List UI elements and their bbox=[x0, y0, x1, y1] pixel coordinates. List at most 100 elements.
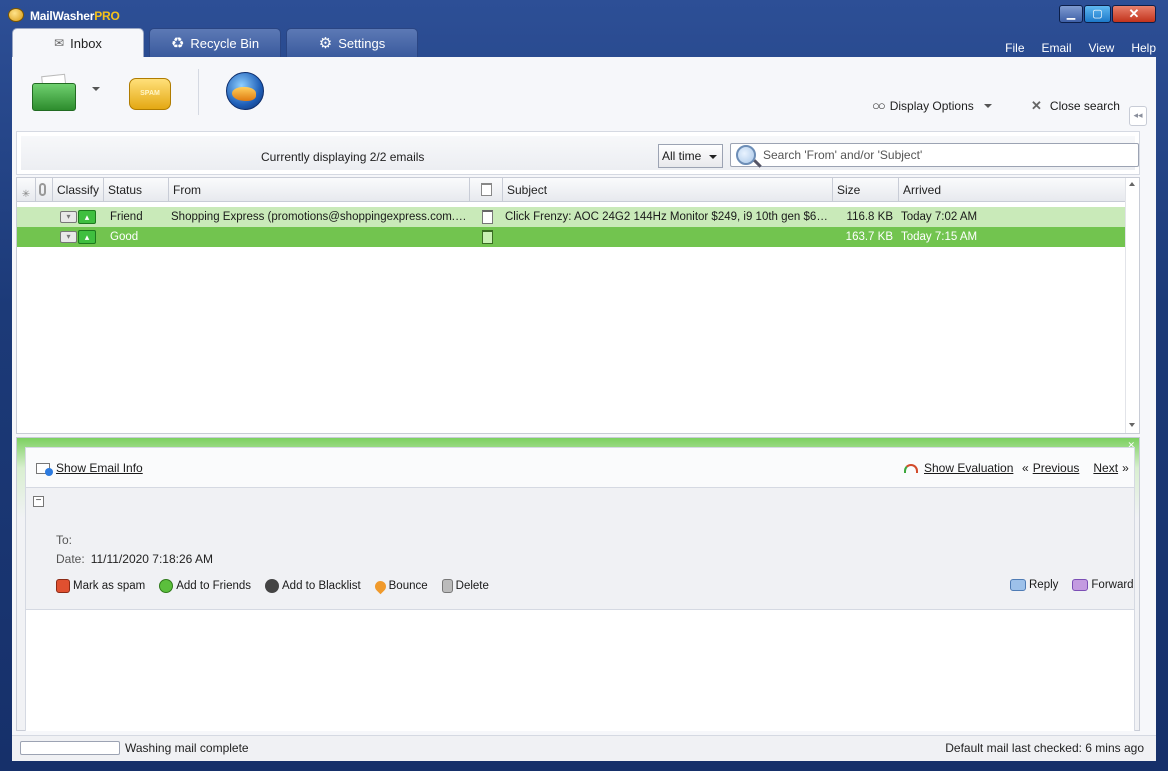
date-field: Date: 11/11/2020 7:18:26 AM bbox=[56, 552, 213, 566]
close-search-button[interactable]: ✕ Close search bbox=[1031, 98, 1120, 114]
header-classify[interactable]: Classify bbox=[53, 178, 104, 202]
thunderbird-button[interactable] bbox=[226, 72, 264, 110]
menu-view[interactable]: View bbox=[1089, 41, 1115, 55]
bounce-icon bbox=[372, 578, 388, 594]
display-options-label: Display Options bbox=[889, 98, 974, 113]
app-title: MailWasherPRO bbox=[30, 9, 120, 23]
bounce-label: Bounce bbox=[388, 580, 428, 592]
bounce-button[interactable]: Bounce bbox=[372, 578, 428, 594]
spam-button[interactable]: SPAM bbox=[129, 78, 171, 110]
add-to-blacklist-label: Add to Blacklist bbox=[282, 580, 361, 592]
table-row[interactable]: ▾ ▴ Friend Shopping Express (promotions@… bbox=[17, 207, 1125, 227]
paperclip-icon bbox=[39, 183, 46, 196]
header-spinner[interactable]: ✳ bbox=[17, 178, 36, 202]
preview-info-bar: Show Email Info Show Evaluation « Previo… bbox=[26, 448, 1134, 488]
trash-icon bbox=[441, 579, 453, 593]
envelope-icon: ✉ bbox=[54, 36, 65, 50]
add-to-friends-label: Add to Friends bbox=[176, 580, 252, 592]
row-status: Friend bbox=[110, 211, 143, 223]
show-evaluation-link[interactable]: Show Evaluation bbox=[904, 461, 1013, 475]
toolbar-divider bbox=[198, 69, 199, 115]
row-arrived: Today 7:15 AM bbox=[901, 231, 978, 243]
show-email-info-label: Show Email Info bbox=[56, 461, 143, 475]
close-window-button[interactable]: ✕ bbox=[1112, 5, 1156, 23]
header-recycle[interactable] bbox=[470, 178, 503, 202]
friends-icon bbox=[159, 579, 174, 593]
chevron-down-icon bbox=[983, 103, 992, 108]
blacklist-icon bbox=[265, 579, 280, 593]
delete-button[interactable]: Delete bbox=[441, 579, 489, 593]
header-from[interactable]: From bbox=[169, 178, 470, 202]
recycle-icon: ♻ bbox=[170, 34, 185, 52]
menu-bar: File Email View Help bbox=[1005, 41, 1156, 55]
table-row[interactable]: ▾ ▴ Good 163.7 KB Today 7:15 AM bbox=[17, 227, 1125, 247]
add-to-blacklist-button[interactable]: Add to Blacklist bbox=[265, 579, 361, 593]
reply-button[interactable]: Reply bbox=[1010, 579, 1058, 591]
trash-icon[interactable] bbox=[482, 210, 493, 224]
add-to-friends-button[interactable]: Add to Friends bbox=[159, 579, 251, 593]
tab-recycle-bin-label: Recycle Bin bbox=[190, 35, 260, 51]
time-filter-select[interactable]: All time bbox=[658, 144, 723, 168]
check-mail-dropdown[interactable] bbox=[92, 87, 100, 91]
menu-email[interactable]: Email bbox=[1042, 41, 1072, 55]
thumbs-down-icon[interactable]: ▾ bbox=[60, 211, 77, 223]
thumbs-down-icon[interactable]: ▾ bbox=[60, 231, 77, 243]
mark-as-spam-label: Mark as spam bbox=[73, 580, 146, 592]
show-email-info-link[interactable]: Show Email Info bbox=[36, 461, 143, 476]
tab-settings-label: Settings bbox=[338, 35, 386, 51]
gauge-icon bbox=[904, 463, 918, 473]
row-subject: Click Frenzy: AOC 24G2 144Hz Monitor $24… bbox=[505, 211, 829, 223]
header-arrived[interactable]: Arrived bbox=[899, 178, 1125, 202]
collapse-side-panel-button[interactable]: ◂◂ bbox=[1129, 106, 1147, 126]
preview-inner: Show Email Info Show Evaluation « Previo… bbox=[25, 447, 1135, 731]
next-arrow: » bbox=[1122, 461, 1129, 475]
nav-spacer bbox=[1083, 461, 1089, 475]
app-window: MailWasherPRO ▁ ▢ ✕ ✉ Inbox ♻ Recycle Bi… bbox=[0, 0, 1168, 771]
app-title-suffix: PRO bbox=[94, 9, 120, 23]
forward-button[interactable]: Forward bbox=[1072, 579, 1134, 591]
search-input[interactable] bbox=[763, 147, 1123, 163]
prev-arrow: « bbox=[1022, 461, 1029, 475]
thumbs-up-icon[interactable]: ▴ bbox=[78, 230, 96, 244]
row-size: 163.7 KB bbox=[845, 231, 893, 243]
date-value: 11/11/2020 7:18:26 AM bbox=[90, 552, 214, 566]
minimize-button[interactable]: ▁ bbox=[1059, 5, 1083, 23]
status-bar: Washing mail complete Default mail last … bbox=[12, 735, 1156, 761]
scroll-down-icon[interactable] bbox=[1129, 423, 1135, 427]
email-info-icon bbox=[36, 462, 53, 476]
close-search-label: Close search bbox=[1049, 99, 1120, 113]
tab-settings[interactable]: ⚙ Settings bbox=[286, 28, 418, 57]
menu-file[interactable]: File bbox=[1005, 41, 1024, 55]
scroll-up-icon[interactable] bbox=[1129, 182, 1135, 186]
menu-help[interactable]: Help bbox=[1131, 41, 1156, 55]
search-field[interactable] bbox=[730, 143, 1139, 167]
next-link[interactable]: Next bbox=[1093, 461, 1118, 475]
to-field: To: bbox=[56, 533, 72, 547]
status-message: Washing mail complete bbox=[125, 741, 249, 755]
tab-inbox-label: Inbox bbox=[70, 35, 102, 51]
header-status[interactable]: Status bbox=[104, 178, 169, 202]
maximize-button[interactable]: ▢ bbox=[1084, 5, 1111, 23]
check-mail-button[interactable] bbox=[32, 73, 78, 111]
previous-link[interactable]: Previous bbox=[1033, 461, 1080, 475]
list-scrollbar[interactable] bbox=[1125, 178, 1139, 433]
mark-as-spam-button[interactable]: Mark as spam bbox=[56, 579, 145, 593]
spam-icon bbox=[56, 579, 70, 593]
to-label: To: bbox=[56, 533, 73, 547]
main-panel: SPAM ○○ Display Options ✕ Close search ◂… bbox=[12, 57, 1156, 761]
title-bar: MailWasherPRO ▁ ▢ ✕ bbox=[0, 0, 1168, 28]
delete-label: Delete bbox=[455, 580, 489, 592]
collapse-header-button[interactable]: − bbox=[33, 496, 44, 507]
tab-inbox[interactable]: ✉ Inbox bbox=[12, 28, 144, 57]
tab-recycle-bin[interactable]: ♻ Recycle Bin bbox=[149, 28, 281, 57]
header-attachment[interactable] bbox=[36, 178, 53, 202]
chevron-down-icon bbox=[709, 155, 717, 159]
email-body[interactable] bbox=[26, 609, 1134, 731]
display-options-button[interactable]: ○○ Display Options bbox=[872, 98, 992, 113]
header-subject[interactable]: Subject bbox=[503, 178, 833, 202]
trash-icon bbox=[481, 183, 492, 196]
time-filter-value: All time bbox=[662, 149, 702, 163]
trash-icon[interactable] bbox=[482, 230, 493, 244]
header-size[interactable]: Size bbox=[833, 178, 899, 202]
thumbs-up-icon[interactable]: ▴ bbox=[78, 210, 96, 224]
